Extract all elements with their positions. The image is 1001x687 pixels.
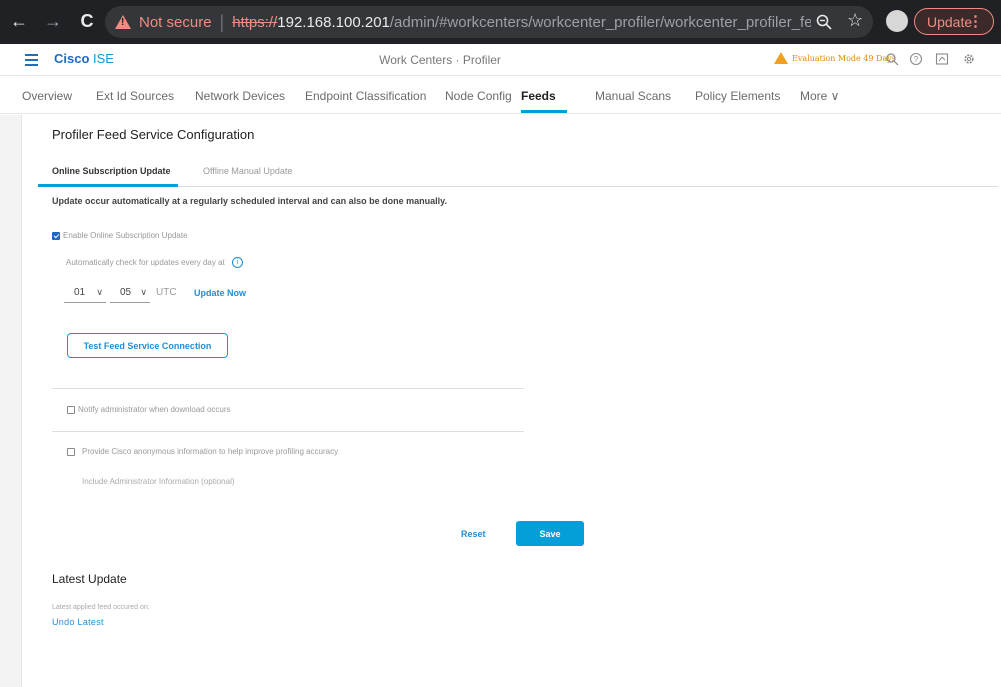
reset-button[interactable]: Reset [461,529,486,539]
url-content: Not secure | https:// 192.168.100.201 /a… [115,6,811,38]
test-feed-service-connection-button[interactable]: Test Feed Service Connection [67,333,228,358]
forward-arrow-icon[interactable]: → [42,10,64,32]
minute-select[interactable]: 05 ∨ [110,283,150,303]
reload-icon[interactable]: C [76,10,98,32]
search-icon[interactable] [885,52,899,66]
update-now-link[interactable]: Update Now [194,288,246,298]
page-context-title: Work Centers · Profiler [379,53,501,67]
browser-update-button[interactable]: Update ⋮ [914,8,994,35]
chevron-down-icon: ∨ [140,287,147,297]
chevron-down-icon: ∨ [96,287,103,297]
include-admin-info-label: Include Administrator Information (optio… [82,477,235,486]
browser-toolbar: ← → C Not secure | https:// 192.168.100.… [0,0,1001,44]
page-title: Profiler Feed Service Configuration [52,127,255,142]
tab-feeds[interactable]: Feeds [521,89,556,103]
undo-latest-link[interactable]: Undo Latest [52,617,104,627]
evaluation-label: Evaluation Mode 49 Days [792,53,896,63]
save-button[interactable]: Save [516,521,584,546]
anonymous-info-checkbox[interactable]: Provide Cisco anonymous information to h… [67,447,338,456]
tab-manual-scans[interactable]: Manual Scans [595,89,671,103]
bookmark-star-icon[interactable]: ☆ [847,10,863,31]
checkbox-unchecked-icon [67,447,75,456]
latest-applied-feed-label: Latest applied feed occured on: [52,604,150,611]
active-tab-indicator [521,110,567,113]
active-subtab-indicator [38,184,178,187]
tab-network-devices[interactable]: Network Devices [195,89,285,103]
subtab-online-subscription-update[interactable]: Online Subscription Update [52,166,171,176]
address-bar[interactable]: Not secure | https:// 192.168.100.201 /a… [105,6,873,38]
tab-endpoint-classification[interactable]: Endpoint Classification [305,89,426,103]
app-header: Cisco ISE Work Centers · Profiler Evalua… [0,44,1001,76]
tab-ext-id-sources[interactable]: Ext Id Sources [96,89,174,103]
tab-overview[interactable]: Overview [22,89,72,103]
hour-select[interactable]: 01 ∨ [64,283,106,303]
divider [52,388,524,389]
subtab-divider [38,186,998,187]
notify-administrator-label: Notify administrator when download occur… [78,405,231,414]
latest-update-heading: Latest Update [52,572,127,586]
warning-icon [115,15,131,29]
tab-node-config[interactable]: Node Config [445,89,512,103]
hour-value: 01 [74,287,86,298]
minute-value: 05 [120,287,132,298]
profile-avatar[interactable] [886,10,908,32]
tab-policy-elements[interactable]: Policy Elements [695,89,780,103]
browser-update-label: Update [927,13,973,30]
url-divider: | [219,11,225,32]
description-text: Update occur automatically at a regularl… [52,196,447,206]
enable-online-subscription-label: Enable Online Subscription Update [63,231,188,240]
url-scheme: https:// [232,13,278,31]
anonymous-info-label: Provide Cisco anonymous information to h… [82,447,339,456]
gear-icon[interactable] [962,52,976,66]
evaluation-warning-icon [774,52,788,64]
help-icon[interactable]: ? [909,52,923,66]
more-vert-icon: ⋮ [968,13,983,30]
not-secure-label: Not secure [139,13,212,31]
evaluation-badge[interactable]: Evaluation Mode 49 Days [774,52,896,64]
left-gutter [0,115,22,687]
svg-text:?: ? [914,55,919,64]
info-icon[interactable]: i [231,257,243,268]
subtab-offline-manual-update[interactable]: Offline Manual Update [203,166,292,176]
zoom-icon[interactable] [815,13,833,31]
url-path: /admin/#workcenters/workcenter_profiler/… [389,13,811,31]
checkbox-unchecked-icon [67,405,75,414]
checkbox-checked-icon [52,231,60,240]
workcenter-tabs: Overview Ext Id Sources Network Devices … [0,77,1001,114]
timezone-label: UTC [156,287,177,298]
schedule-label: Automatically check for updates every da… [66,258,225,267]
dashlet-icon[interactable] [935,52,949,66]
notify-administrator-checkbox[interactable]: Notify administrator when download occur… [67,405,231,414]
schedule-row: Automatically check for updates every da… [66,257,243,268]
url-host: 192.168.100.201 [277,13,390,31]
enable-online-subscription-checkbox[interactable]: Enable Online Subscription Update [52,231,188,240]
tab-more[interactable]: More ∨ [800,89,839,103]
back-arrow-icon[interactable]: ← [8,10,30,32]
divider [52,431,524,432]
